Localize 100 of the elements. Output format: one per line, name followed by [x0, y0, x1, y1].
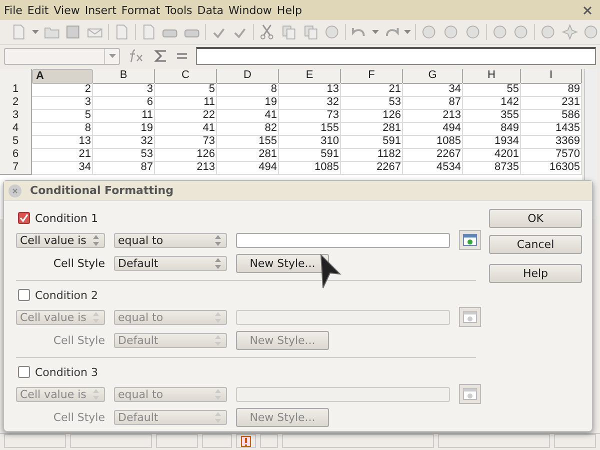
table-cell: 586: [521, 109, 582, 123]
checkbox[interactable]: [18, 212, 30, 224]
menu-item[interactable]: File: [4, 4, 28, 16]
column-header[interactable]: D: [217, 69, 279, 84]
table-cell: 3: [93, 83, 155, 97]
caret-icon[interactable]: [404, 30, 412, 34]
spin-arrows-icon: [215, 412, 221, 422]
table-cell: 82: [217, 122, 279, 136]
spin-arrows-icon: [215, 312, 221, 322]
row-header[interactable]: 3: [0, 109, 32, 123]
spin-arrows-icon: [215, 388, 221, 400]
table-cell: 53: [341, 96, 403, 110]
sum-icon[interactable]: [154, 49, 168, 63]
value-input-field[interactable]: [236, 386, 450, 402]
shrink-button[interactable]: [459, 307, 481, 327]
dialog-button[interactable]: OK: [489, 209, 582, 228]
checkbox[interactable]: [18, 289, 30, 301]
table-cell: 355: [463, 109, 521, 123]
row-header[interactable]: 4: [0, 122, 32, 136]
row-header[interactable]: 5: [0, 135, 32, 149]
column-header[interactable]: C: [155, 69, 217, 84]
dropdown[interactable]: Cell value is: [16, 232, 105, 248]
table-cell: 591: [341, 135, 403, 149]
menu-item[interactable]: Insert: [84, 4, 122, 16]
spin-arrows-icon: [93, 234, 99, 246]
column-header[interactable]: F: [341, 69, 403, 84]
menu-item[interactable]: View: [54, 4, 85, 16]
table-cell: 34: [32, 161, 93, 175]
cut-icon[interactable]: [258, 23, 276, 41]
table-cell: 126: [155, 148, 217, 162]
menu-item[interactable]: Window: [228, 4, 277, 16]
column-header[interactable]: G: [403, 69, 463, 84]
new-style-button[interactable]: New Style...: [236, 254, 329, 272]
table-cell: 11: [155, 96, 217, 110]
spin-arrows-icon: [215, 234, 221, 246]
copy-icon[interactable]: [280, 23, 298, 41]
row-header[interactable]: 6: [0, 148, 32, 162]
table-cell: 32: [279, 96, 341, 110]
table-cell: 19: [217, 96, 279, 110]
column-header[interactable]: A: [32, 69, 93, 84]
dialog-button[interactable]: Help: [489, 264, 582, 283]
spin-arrows-icon: [215, 334, 221, 346]
close-icon[interactable]: [583, 6, 592, 14]
checkbox-label[interactable]: Condition 1: [35, 212, 98, 224]
column-header[interactable]: E: [279, 69, 341, 84]
mouse-cursor-icon: [320, 254, 342, 290]
table-cell: 4201: [463, 148, 521, 162]
menu-item[interactable]: Help: [276, 4, 307, 16]
table-cell: 1085: [403, 135, 463, 149]
dialog-button[interactable]: Cancel: [489, 235, 582, 254]
star-icon[interactable]: [560, 23, 578, 41]
formula-input-field[interactable]: [196, 47, 596, 65]
table-cell: 16305: [521, 161, 582, 175]
table-cell: 73: [279, 109, 341, 123]
table-cell: 310: [279, 135, 341, 149]
table-cell: 4534: [403, 161, 463, 175]
save-icon[interactable]: [64, 23, 82, 41]
table-cell: 21: [32, 148, 93, 162]
field-label: Cell Style: [52, 410, 105, 424]
equals-icon[interactable]: [176, 51, 188, 61]
table-cell: 34: [403, 83, 463, 97]
checkbox-label[interactable]: Condition 3: [35, 366, 98, 378]
table-cell: 87: [403, 96, 463, 110]
table-cell: 11: [93, 109, 155, 123]
name-box[interactable]: [4, 48, 120, 64]
close-icon[interactable]: [8, 184, 22, 198]
column-header[interactable]: B: [93, 69, 155, 84]
table-cell: 3369: [521, 135, 582, 149]
caret-icon[interactable]: [32, 30, 39, 34]
column-header[interactable]: I: [521, 69, 582, 84]
shrink-button[interactable]: [459, 384, 481, 404]
menu-item[interactable]: Edit: [27, 4, 54, 16]
caret-icon: [108, 54, 116, 58]
menu-item[interactable]: Data: [197, 4, 229, 16]
row-header[interactable]: 7: [0, 161, 32, 175]
row-header[interactable]: 2: [0, 96, 32, 110]
caret-icon[interactable]: [372, 30, 379, 34]
table-cell: 41: [217, 109, 279, 123]
table-cell: 2: [32, 83, 93, 97]
checkbox-label[interactable]: Condition 2: [35, 288, 98, 302]
menu-item[interactable]: Format: [121, 4, 166, 16]
menu-item[interactable]: Tools: [165, 4, 198, 16]
value-input-field[interactable]: [236, 310, 450, 324]
table-cell: 2267: [341, 161, 403, 175]
table-cell: 87: [93, 161, 155, 175]
shrink-button[interactable]: [459, 230, 481, 250]
table-cell: 2267: [403, 148, 463, 162]
paste-icon[interactable]: [302, 23, 320, 41]
warning-icon: [241, 436, 251, 446]
dropdown[interactable]: equal to: [114, 232, 227, 248]
column-header[interactable]: H: [463, 69, 521, 84]
spin-arrows-icon: [93, 388, 99, 400]
table-cell: 41: [155, 122, 217, 136]
table-cell: 5: [155, 83, 217, 97]
table-cell: 849: [463, 122, 521, 136]
select-all-corner[interactable]: [0, 69, 32, 84]
row-header[interactable]: 1: [0, 83, 32, 97]
value-input-field[interactable]: [236, 232, 450, 248]
checkbox[interactable]: [18, 366, 30, 378]
dropdown[interactable]: Default: [114, 256, 227, 270]
